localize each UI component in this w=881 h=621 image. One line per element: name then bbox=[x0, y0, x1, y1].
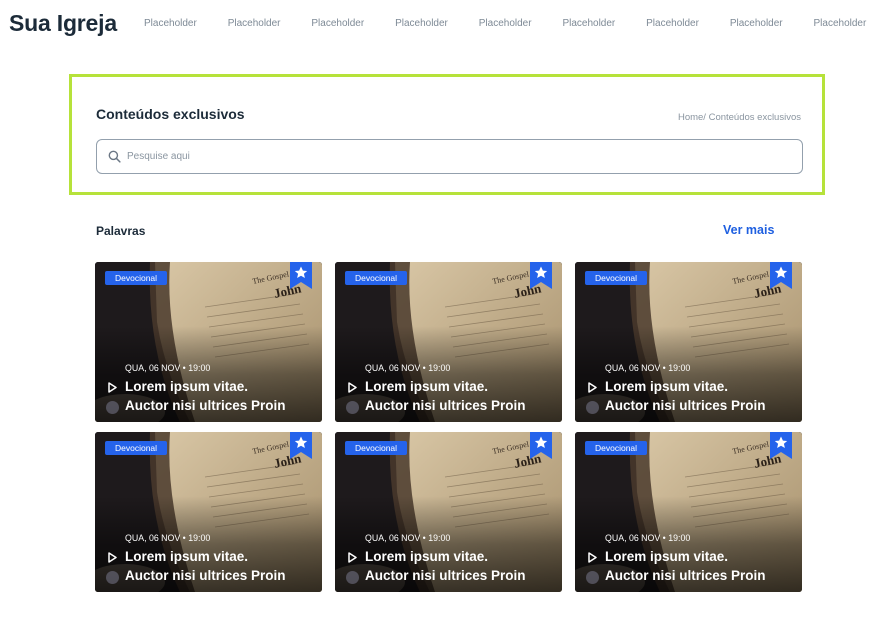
top-navbar: Sua Igreja Placeholder Placeholder Place… bbox=[0, 0, 881, 50]
event-date: QUA, 06 NOV • 19:00 bbox=[605, 363, 691, 373]
avatar-placeholder bbox=[586, 401, 599, 414]
bookmark-star-icon[interactable] bbox=[290, 262, 312, 289]
event-date: QUA, 06 NOV • 19:00 bbox=[365, 533, 451, 543]
nav-item-7[interactable]: Placeholder bbox=[646, 18, 730, 29]
nav-item-5[interactable]: Placeholder bbox=[479, 18, 563, 29]
nav-item-1[interactable]: Placeholder bbox=[144, 18, 228, 29]
category-badge: Devocional bbox=[105, 441, 168, 455]
category-badge: Devocional bbox=[345, 271, 408, 285]
bookmark-star-icon[interactable] bbox=[530, 432, 552, 459]
nav-item-6[interactable]: Placeholder bbox=[562, 18, 646, 29]
card-title-line-1: Lorem ipsum vitae. bbox=[125, 549, 249, 564]
exclusive-content-header: Conteúdos exclusivos Home/ Conteúdos exc… bbox=[69, 74, 825, 195]
event-date: QUA, 06 NOV • 19:00 bbox=[125, 363, 211, 373]
nav-item-9[interactable]: Placeholder bbox=[814, 18, 881, 29]
content-card-5[interactable]: The Gospel Acc John Devocional QUA, 06 N… bbox=[335, 432, 562, 592]
card-title-line-2: Auctor nisi ultrices Proin bbox=[125, 398, 286, 413]
breadcrumb-current: Conteúdos exclusivos bbox=[705, 112, 801, 123]
category-badge: Devocional bbox=[585, 441, 648, 455]
event-date: QUA, 06 NOV • 19:00 bbox=[365, 363, 451, 373]
category-badge: Devocional bbox=[585, 271, 648, 285]
play-icon[interactable] bbox=[348, 552, 357, 563]
event-date: QUA, 06 NOV • 19:00 bbox=[605, 533, 691, 543]
content-card-3[interactable]: The Gospel Acc John Devocional QUA, 06 N… bbox=[575, 262, 802, 422]
search-box[interactable] bbox=[96, 139, 803, 174]
main-nav: Placeholder Placeholder Placeholder Plac… bbox=[144, 18, 881, 29]
avatar-placeholder bbox=[346, 571, 359, 584]
content-grid: The Gospel Acc John Devocional QUA, 06 N… bbox=[95, 262, 802, 592]
card-title-line-1: Lorem ipsum vitae. bbox=[365, 549, 489, 564]
card-title-line-2: Auctor nisi ultrices Proin bbox=[365, 568, 526, 583]
content-card-1[interactable]: The Gospel Acc John Devocional QUA, 06 N… bbox=[95, 262, 322, 422]
see-more-link[interactable]: Ver mais bbox=[723, 223, 774, 237]
bookmark-star-icon[interactable] bbox=[770, 432, 792, 459]
category-badge: Devocional bbox=[105, 271, 168, 285]
play-icon[interactable] bbox=[588, 552, 597, 563]
card-title-line-1: Lorem ipsum vitae. bbox=[365, 379, 489, 394]
search-icon bbox=[108, 150, 121, 163]
card-title-line-1: Lorem ipsum vitae. bbox=[125, 379, 249, 394]
card-title-line-1: Lorem ipsum vitae. bbox=[605, 549, 729, 564]
avatar-placeholder bbox=[346, 401, 359, 414]
play-icon[interactable] bbox=[108, 382, 117, 393]
bookmark-star-icon[interactable] bbox=[770, 262, 792, 289]
breadcrumb-home-link[interactable]: Home/ bbox=[678, 112, 706, 123]
card-title-line-1: Lorem ipsum vitae. bbox=[605, 379, 729, 394]
page-title: Conteúdos exclusivos bbox=[96, 106, 245, 122]
play-icon[interactable] bbox=[348, 382, 357, 393]
section-title: Palavras bbox=[96, 224, 146, 238]
category-badge: Devocional bbox=[345, 441, 408, 455]
nav-item-3[interactable]: Placeholder bbox=[311, 18, 395, 29]
breadcrumb: Home/ Conteúdos exclusivos bbox=[678, 112, 801, 123]
avatar-placeholder bbox=[586, 571, 599, 584]
brand-logo[interactable]: Sua Igreja bbox=[9, 10, 117, 37]
search-input[interactable] bbox=[127, 151, 787, 162]
card-title-line-2: Auctor nisi ultrices Proin bbox=[125, 568, 286, 583]
avatar-placeholder bbox=[106, 571, 119, 584]
content-card-4[interactable]: The Gospel Acc John Devocional QUA, 06 N… bbox=[95, 432, 322, 592]
card-title-line-2: Auctor nisi ultrices Proin bbox=[365, 398, 526, 413]
avatar-placeholder bbox=[106, 401, 119, 414]
bookmark-star-icon[interactable] bbox=[530, 262, 552, 289]
card-title-line-2: Auctor nisi ultrices Proin bbox=[605, 398, 766, 413]
nav-item-2[interactable]: Placeholder bbox=[228, 18, 312, 29]
content-card-2[interactable]: The Gospel Acc John Devocional QUA, 06 N… bbox=[335, 262, 562, 422]
event-date: QUA, 06 NOV • 19:00 bbox=[125, 533, 211, 543]
card-title-line-2: Auctor nisi ultrices Proin bbox=[605, 568, 766, 583]
play-icon[interactable] bbox=[108, 552, 117, 563]
nav-item-4[interactable]: Placeholder bbox=[395, 18, 479, 29]
nav-item-8[interactable]: Placeholder bbox=[730, 18, 814, 29]
play-icon[interactable] bbox=[588, 382, 597, 393]
bookmark-star-icon[interactable] bbox=[290, 432, 312, 459]
content-card-6[interactable]: The Gospel Acc John Devocional QUA, 06 N… bbox=[575, 432, 802, 592]
